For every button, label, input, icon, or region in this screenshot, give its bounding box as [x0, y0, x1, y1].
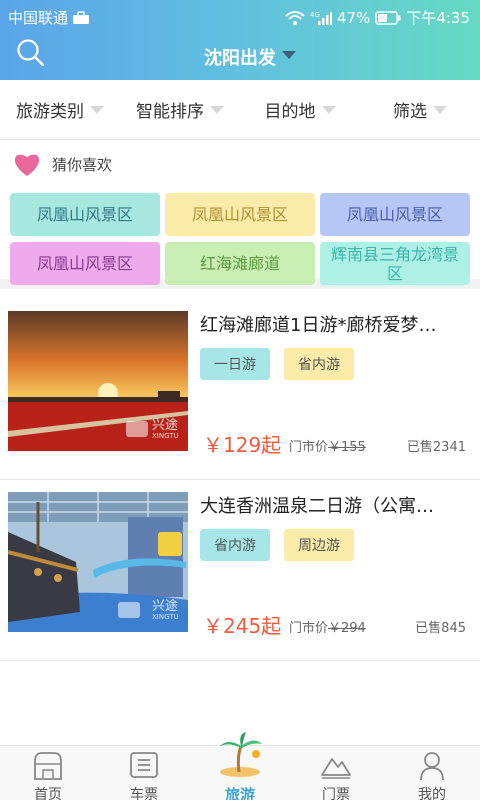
city-dropdown-caret-icon[interactable] [282, 51, 296, 59]
tab-travel[interactable]: 旅游 [192, 732, 288, 800]
tab-home[interactable]: 首页 [0, 746, 96, 800]
guess-tag[interactable]: 凤凰山风景区 [165, 193, 315, 236]
filter-destination[interactable]: 目的地 [240, 80, 360, 139]
sold-count: 已售2341 [406, 440, 466, 455]
filter-label: 筛选 [393, 102, 427, 122]
product-image-waterpark-ship: 兴途 XINGTU [8, 492, 188, 632]
user-icon [420, 752, 444, 781]
guess-tag[interactable]: 凤凰山风景区 [10, 193, 160, 236]
watermark: 兴途 [152, 418, 179, 433]
svg-text:4G: 4G [310, 11, 320, 19]
caret-down-icon [210, 105, 224, 114]
palm-island-icon [220, 732, 262, 777]
home-icon [34, 752, 62, 780]
guess-tag[interactable]: 红海滩廊道 [165, 242, 315, 285]
watermark: 兴途 [152, 599, 179, 614]
clock: 下午4:35 [406, 9, 470, 27]
caret-down-icon [433, 105, 447, 114]
status-bar: 中国联通 4G 47% 下午4:35 [0, 0, 480, 32]
product-list: 兴途 XINGTU 红海滩廊道1日游*廊桥爱梦… 一日游 省内游 ￥129起 门… [0, 299, 480, 661]
filter-category[interactable]: 旅游类别 [0, 80, 120, 139]
battery-percent: 47% [336, 8, 371, 27]
product-tag: 周边游 [284, 529, 354, 561]
product-tag: 一日游 [200, 348, 270, 380]
guess-tag[interactable]: 辉南县三角龙湾景区 [320, 242, 470, 285]
product-price: ￥245起 [203, 614, 282, 638]
mountain-icon [321, 758, 351, 779]
guess-title: 猜你喜欢 [52, 155, 113, 174]
market-price: 门市价￥294 [289, 617, 366, 636]
filter-label: 旅游类别 [16, 102, 84, 122]
product-tags: 省内游 周边游 [200, 529, 354, 561]
sold-count: 已售845 [415, 621, 466, 636]
product-tag: 省内游 [200, 529, 270, 561]
tab-label: 首页 [34, 787, 62, 800]
tab-mine[interactable]: 我的 [384, 746, 480, 800]
signal-icon: 4G [310, 11, 332, 25]
tab-label: 旅游 [224, 786, 255, 800]
market-price-value: ￥155 [328, 440, 366, 455]
product-price: ￥129起 [203, 433, 282, 457]
watermark-en: XINGTU [152, 432, 179, 440]
market-price-value: ￥294 [328, 621, 366, 636]
guess-tag[interactable]: 凤凰山风景区 [10, 242, 160, 285]
product-tags: 一日游 省内游 [200, 348, 354, 380]
caret-down-icon [321, 105, 336, 114]
market-price: 门市价￥155 [289, 436, 366, 455]
tab-label: 门票 [322, 787, 350, 800]
briefcase-icon [73, 10, 90, 24]
product-tag: 省内游 [284, 348, 354, 380]
tab-bus-ticket[interactable]: 车票 [96, 746, 192, 800]
filter-label: 智能排序 [136, 102, 204, 122]
product-title[interactable]: 大连香洲温泉二日游（公寓… [200, 492, 472, 518]
guess-you-like-section: 猜你喜欢 凤凰山风景区 凤凰山风景区 凤凰山风景区 凤凰山风景区 红海滩廊道 辉… [0, 141, 480, 289]
product-image-sunset-boardwalk: 兴途 XINGTU [8, 311, 188, 451]
product-card[interactable]: 兴途 XINGTU 大连香洲温泉二日游（公寓… 省内游 周边游 ￥245起 门市… [0, 480, 480, 661]
wifi-icon [285, 10, 305, 25]
product-card[interactable]: 兴途 XINGTU 红海滩廊道1日游*廊桥爱梦… 一日游 省内游 ￥129起 门… [0, 299, 480, 480]
market-price-label: 门市价 [289, 621, 329, 636]
tab-label: 我的 [418, 787, 446, 800]
top-bar: 中国联通 4G 47% 下午4:35 沈阳出发 [0, 0, 480, 80]
guess-tag[interactable]: 凤凰山风景区 [320, 193, 470, 236]
tab-label: 车票 [130, 787, 158, 800]
ticket-icon [130, 752, 158, 778]
header: 沈阳出发 [0, 32, 480, 80]
filter-screen[interactable]: 筛选 [360, 80, 480, 139]
guess-header: 猜你喜欢 [12, 151, 112, 177]
tab-admission-ticket[interactable]: 门票 [288, 746, 384, 800]
product-title[interactable]: 红海滩廊道1日游*廊桥爱梦… [200, 311, 472, 337]
filter-sort[interactable]: 智能排序 [120, 80, 240, 139]
bottom-tab-bar: 首页 车票 旅游 门票 我的 [0, 732, 480, 800]
caret-down-icon [90, 105, 104, 114]
battery-icon [375, 10, 401, 25]
departure-city[interactable]: 沈阳出发 [0, 44, 480, 70]
watermark-en: XINGTU [152, 613, 179, 621]
heart-icon [14, 154, 40, 176]
filter-bar: 旅游类别 智能排序 目的地 筛选 [0, 80, 480, 140]
filter-label: 目的地 [264, 102, 316, 122]
market-price-label: 门市价 [289, 440, 329, 455]
guess-tags: 凤凰山风景区 凤凰山风景区 凤凰山风景区 凤凰山风景区 红海滩廊道 辉南县三角龙… [10, 193, 470, 285]
carrier-label: 中国联通 [8, 9, 69, 27]
